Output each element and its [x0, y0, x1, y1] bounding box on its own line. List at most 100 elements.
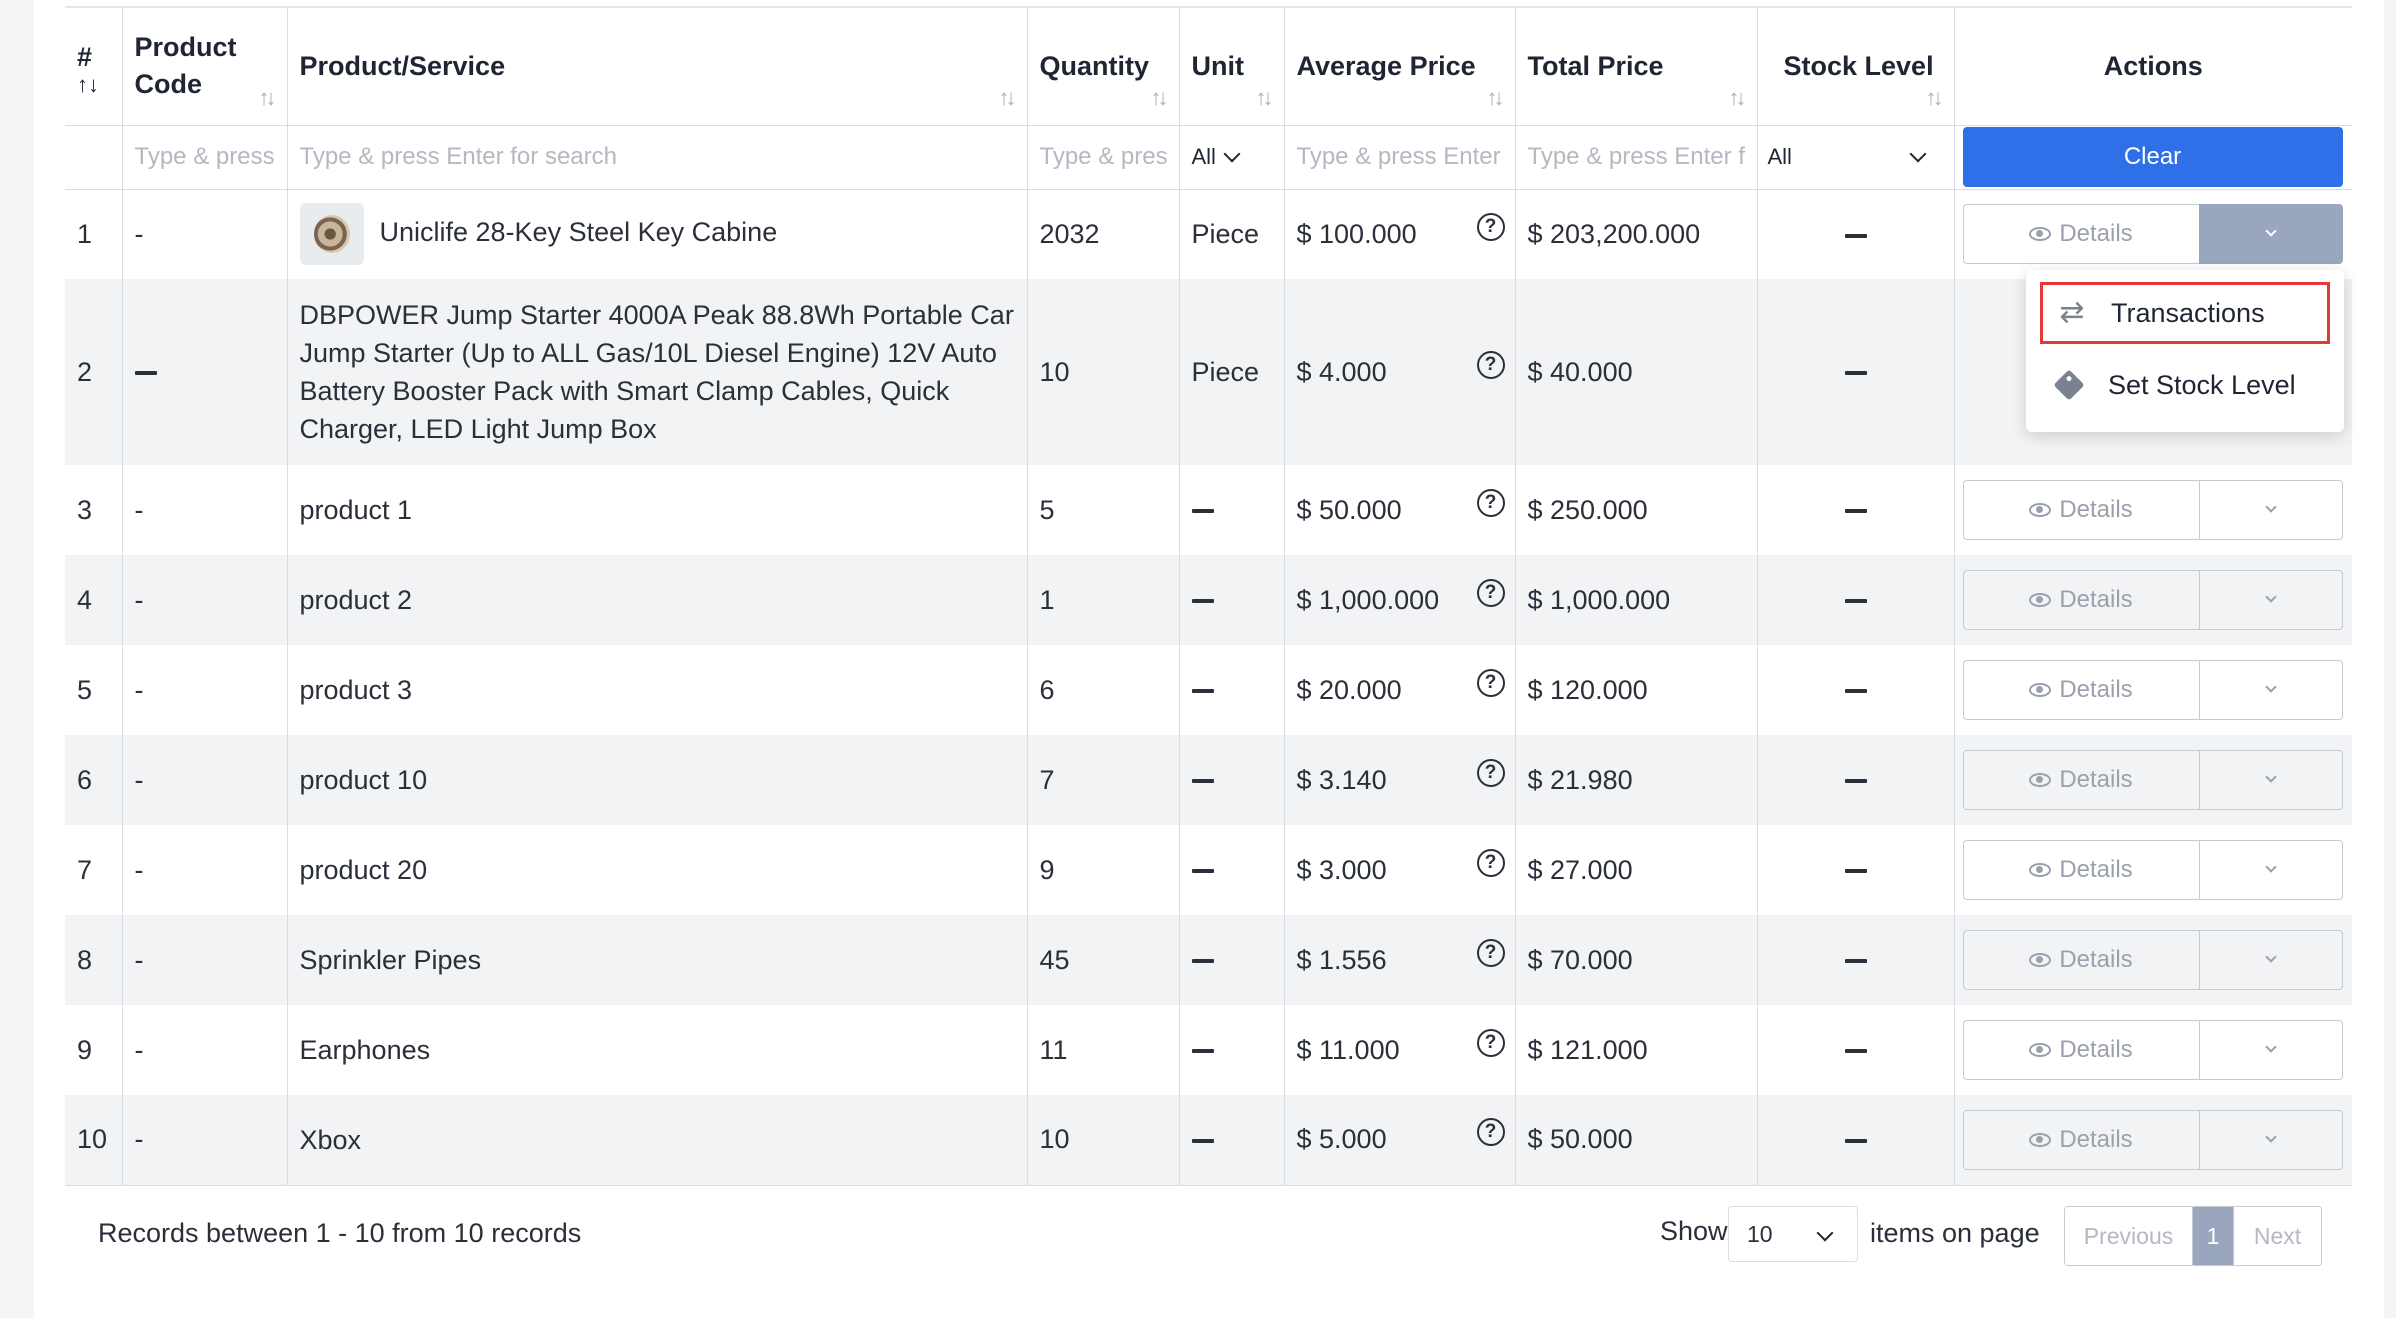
eye-icon	[2029, 683, 2052, 697]
details-button[interactable]: Details	[1962, 660, 2199, 720]
row-index: 3	[65, 465, 123, 555]
unit-filter-select[interactable]: All	[1179, 125, 1285, 190]
total-price-filter-input[interactable]: Type & press Enter fo	[1515, 125, 1758, 190]
quantity-cell: 9	[1027, 825, 1180, 915]
column-header-stock-level[interactable]: Stock Level ↑↓	[1757, 6, 1955, 126]
help-icon[interactable]: ?	[1476, 1028, 1505, 1057]
average-price-cell: $ 1.556?	[1284, 915, 1516, 1005]
sort-icon: ↑↓	[1925, 84, 1944, 110]
stock-level-cell	[1757, 279, 1955, 465]
empty-value-dash	[1191, 959, 1214, 964]
details-button[interactable]: Details	[1962, 930, 2199, 990]
stock-level-cell	[1757, 555, 1955, 645]
next-page-button[interactable]: Next	[2233, 1207, 2321, 1265]
actions-dropdown-button[interactable]	[2198, 1020, 2343, 1080]
row-index: 1	[65, 189, 123, 279]
empty-value-dash	[1844, 371, 1867, 376]
table-row: 7- product 20 9 $ 3.000? $ 27.000 Details	[65, 825, 2352, 915]
empty-value-dash	[1844, 689, 1867, 694]
stock-level-cell	[1757, 915, 1955, 1005]
product-filter-input[interactable]: Type & press Enter for search	[287, 125, 1028, 190]
help-icon[interactable]: ?	[1476, 668, 1505, 697]
actions-cell: Details	[1954, 1095, 2352, 1186]
product-code-cell: -	[122, 645, 288, 735]
help-icon[interactable]: ?	[1476, 938, 1505, 967]
column-header-average-price[interactable]: Average Price ↑↓	[1284, 6, 1516, 126]
empty-value-dash	[1844, 233, 1867, 238]
tag-icon	[2053, 369, 2085, 401]
column-header-quantity[interactable]: Quantity ↑↓	[1027, 6, 1180, 126]
column-header-product-code[interactable]: Product Code ↑↓	[122, 6, 288, 126]
column-header-unit[interactable]: Unit ↑↓	[1179, 6, 1285, 126]
help-icon[interactable]: ?	[1476, 488, 1505, 517]
details-button[interactable]: Details	[1962, 1020, 2199, 1080]
total-price-cell: $ 121.000	[1515, 1005, 1758, 1095]
table-row: 2 DBPOWER Jump Starter 4000A Peak 88.8Wh …	[65, 279, 2352, 465]
details-button[interactable]: Details	[1962, 570, 2199, 630]
details-button[interactable]: Details	[1962, 750, 2199, 810]
details-button[interactable]: Details	[1962, 204, 2199, 265]
eye-icon	[2029, 227, 2052, 242]
actions-dropdown-button[interactable]	[2198, 480, 2343, 540]
page-size-select[interactable]: 10	[1728, 1206, 1858, 1262]
empty-value-dash	[1844, 509, 1867, 514]
clear-filters-button[interactable]: Clear	[1962, 127, 2343, 187]
row-index: 5	[65, 645, 123, 735]
menu-item-set-stock-level[interactable]: Set Stock Level	[2040, 354, 2330, 416]
actions-cell: Details	[1954, 915, 2352, 1005]
column-header-total-price[interactable]: Total Price ↑↓	[1515, 6, 1758, 126]
help-icon[interactable]: ?	[1476, 212, 1505, 241]
chevron-down-icon	[2264, 1041, 2277, 1053]
empty-value-dash	[1191, 689, 1214, 694]
code-filter-input[interactable]: Type & press	[122, 125, 288, 190]
average-price-cell: $ 3.140?	[1284, 735, 1516, 825]
actions-dropdown-button[interactable]	[2198, 840, 2343, 900]
product-code-cell: -	[122, 825, 288, 915]
avg-price-filter-input[interactable]: Type & press Enter	[1284, 125, 1516, 190]
unit-cell	[1179, 825, 1285, 915]
actions-dropdown-button[interactable]	[2198, 930, 2343, 990]
menu-item-transactions[interactable]: ⇄ Transactions	[2040, 282, 2330, 344]
empty-value-dash	[1844, 869, 1867, 874]
actions-dropdown-button[interactable]	[2198, 1109, 2343, 1170]
stock-filter-select[interactable]: All	[1757, 125, 1955, 190]
eye-icon	[2029, 953, 2052, 967]
product-code-cell: -	[122, 465, 288, 555]
actions-cell: Details	[1954, 645, 2352, 735]
column-header-index[interactable]: # ↑↓	[65, 6, 123, 126]
column-header-product[interactable]: Product/Service ↑↓	[287, 6, 1028, 126]
help-icon[interactable]: ?	[1476, 848, 1505, 877]
sort-icon: ↑↓	[1486, 84, 1505, 110]
chevron-down-icon	[2264, 501, 2277, 513]
details-button[interactable]: Details	[1962, 480, 2199, 540]
empty-value-dash	[1191, 1139, 1214, 1144]
actions-dropdown-button[interactable]	[2198, 750, 2343, 810]
help-icon[interactable]: ?	[1476, 1118, 1505, 1147]
product-code-cell: -	[122, 189, 288, 279]
average-price-cell: $ 5.000?	[1284, 1095, 1516, 1186]
chevron-down-icon	[2264, 771, 2277, 783]
details-button[interactable]: Details	[1962, 1109, 2199, 1170]
actions-dropdown-button[interactable]	[2198, 660, 2343, 720]
product-code-cell: -	[122, 915, 288, 1005]
product-code-cell: -	[122, 1095, 288, 1186]
sort-asc-icon: ↑↓	[77, 71, 99, 97]
actions-dropdown-button[interactable]	[2198, 204, 2343, 265]
sort-icon: ↑↓	[1150, 84, 1169, 110]
total-price-cell: $ 70.000	[1515, 915, 1758, 1005]
actions-dropdown-button[interactable]	[2198, 570, 2343, 630]
eye-icon	[2029, 593, 2052, 607]
eye-icon	[2029, 503, 2052, 517]
help-icon[interactable]: ?	[1476, 758, 1505, 787]
table-row: 9- Earphones 11 $ 11.000? $ 121.000 Details	[65, 1005, 2352, 1095]
row-actions: Details	[1962, 204, 2343, 265]
quantity-filter-input[interactable]: Type & press	[1027, 125, 1180, 190]
help-icon[interactable]: ?	[1476, 350, 1505, 379]
details-button[interactable]: Details	[1962, 840, 2199, 900]
help-icon[interactable]: ?	[1476, 578, 1505, 607]
sort-icon: ↑↓	[998, 84, 1017, 110]
previous-page-button[interactable]: Previous	[2065, 1207, 2193, 1265]
page-1-button[interactable]: 1	[2193, 1207, 2233, 1265]
stock-level-cell	[1757, 1005, 1955, 1095]
empty-value-dash	[1191, 509, 1214, 514]
